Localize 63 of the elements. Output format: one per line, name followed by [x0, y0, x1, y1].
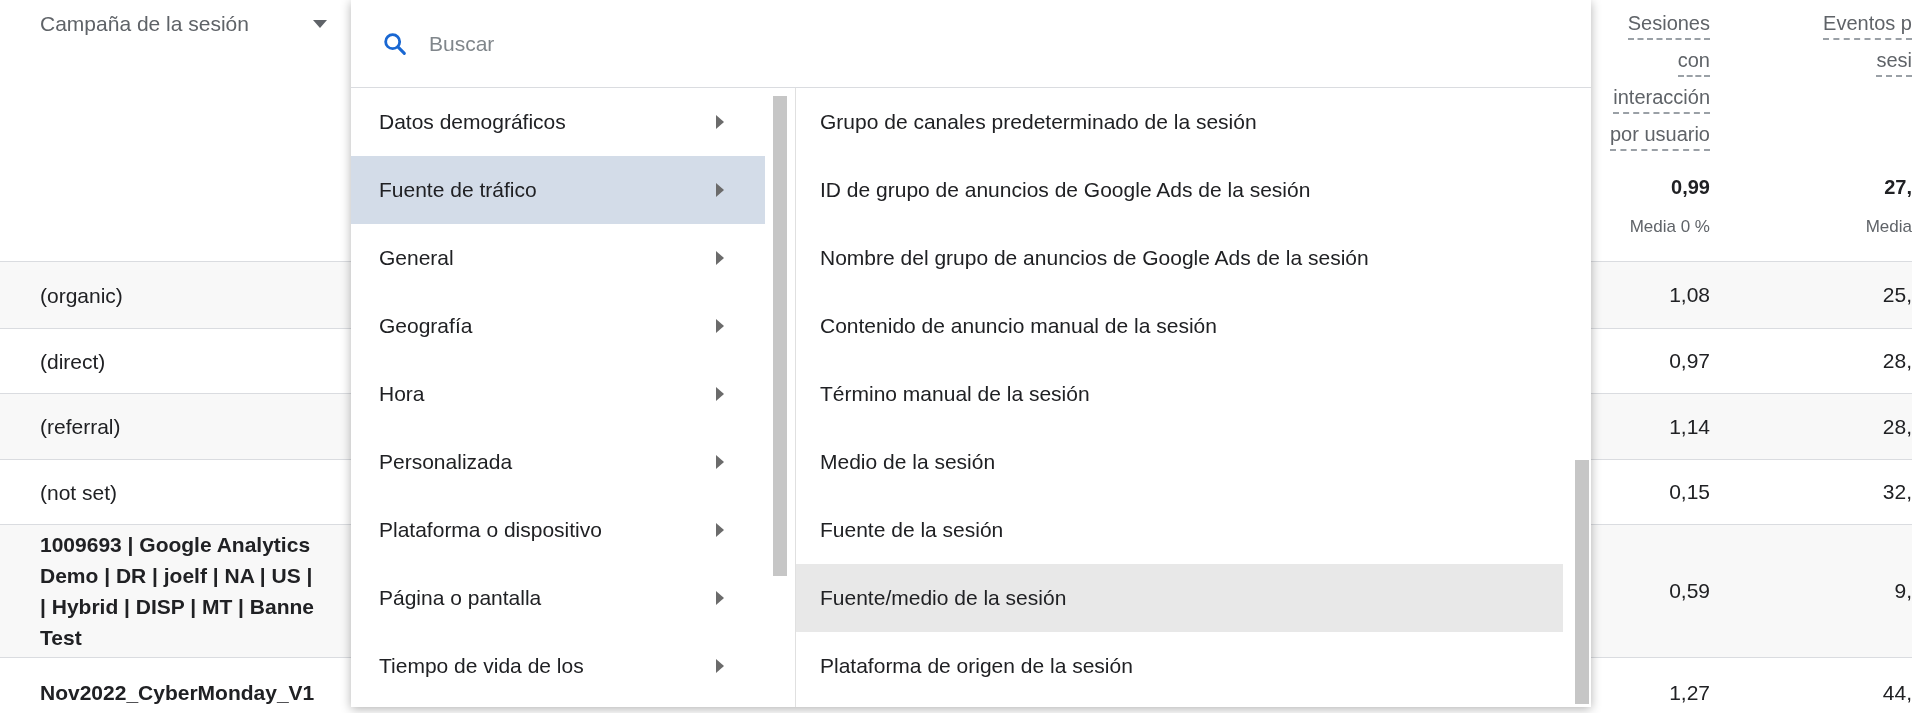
chevron-right-icon: [715, 591, 725, 605]
chevron-right-icon: [715, 183, 725, 197]
table-cell-text: 0,97: [1669, 348, 1710, 375]
table-cell-text: (referral): [40, 414, 122, 440]
table-cell-text: (direct): [40, 348, 107, 375]
chevron-right-icon: [715, 523, 725, 537]
category-item[interactable]: Datos demográficos: [351, 88, 765, 156]
chevron-right-icon: [715, 455, 725, 469]
table-cell-text: 1,08: [1669, 282, 1710, 309]
table-cell-text: 28,: [1882, 348, 1912, 375]
table-cell-text: 32,: [1882, 479, 1912, 506]
table-cell-text: 9,: [1894, 578, 1912, 605]
table-cell-text: 0,15: [1669, 479, 1710, 506]
dimension-option[interactable]: Contenido de anuncio manual de la sesión: [796, 292, 1563, 360]
total-note: Media 0 %: [1629, 216, 1710, 238]
column-header: Sesiones: [1627, 8, 1710, 40]
category-item[interactable]: Página o pantalla: [351, 564, 765, 632]
table-cell-text: 1,27: [1669, 679, 1710, 706]
dimension-option[interactable]: Fuente de la sesión: [796, 496, 1563, 564]
column-header: Eventos p: [1823, 8, 1912, 40]
column-header: por usuario: [1609, 119, 1710, 151]
total-note: Media: [1865, 216, 1912, 238]
dimension-option[interactable]: Fuente/medio de la sesión: [796, 564, 1563, 632]
table-cell-text: | Hybrid | DISP | MT | Banne: [40, 594, 315, 620]
chevron-right-icon: [715, 659, 725, 673]
table-cell-text: (organic): [40, 282, 124, 309]
column-header: con: [1677, 45, 1710, 77]
category-item[interactable]: General: [351, 224, 765, 292]
table-cell-text: Test: [40, 625, 83, 651]
dimension-option[interactable]: Grupo de canales predeterminado de la sesión: [796, 88, 1563, 156]
scrollbar[interactable]: [1575, 460, 1589, 704]
caret-icon[interactable]: [312, 20, 327, 28]
dimension-option[interactable]: Nombre del grupo de anuncios de Google Ads de la sesión: [796, 224, 1563, 292]
category-item[interactable]: Personalizada: [351, 428, 765, 496]
search-field[interactable]: Buscar: [429, 27, 1561, 60]
table-cell-text: Nov2022_CyberMonday_V1: [40, 680, 316, 706]
dimension-option[interactable]: Término manual de la sesión: [796, 360, 1563, 428]
table-cell-text: 28,: [1882, 413, 1912, 440]
chevron-right-icon: [715, 251, 725, 265]
category-item[interactable]: Tiempo de vida de los: [351, 632, 765, 700]
scrollbar[interactable]: [773, 96, 787, 576]
table-cell-text: 0,59: [1669, 578, 1710, 605]
dimension-option[interactable]: ID de grupo de anuncios de Google Ads de la sesión: [796, 156, 1563, 224]
table-cell-text: 1,14: [1669, 413, 1710, 440]
dimension-option[interactable]: Medio de la sesión: [796, 428, 1563, 496]
table-cell-text: 44,: [1882, 679, 1912, 706]
column-header: Campaña de la sesión: [40, 11, 249, 37]
table-cell-text: 25,: [1882, 282, 1912, 309]
category-item[interactable]: Plataforma o dispositivo: [351, 496, 765, 564]
chevron-right-icon: [715, 387, 725, 401]
chevron-right-icon: [715, 115, 725, 129]
table-cell-text: (not set): [40, 479, 119, 506]
dimension-option[interactable]: Plataforma de origen de la sesión: [796, 632, 1563, 700]
category-item[interactable]: Fuente de tráfico: [351, 156, 765, 224]
total-value: 0,99: [1671, 175, 1710, 200]
chevron-right-icon: [715, 319, 725, 333]
table-cell-text: Demo | DR | joelf | NA | US |: [40, 563, 314, 589]
column-header: sesi: [1876, 45, 1912, 77]
table-cell-text: 1009693 | Google Analytics: [40, 532, 312, 558]
category-item[interactable]: Geografía: [351, 292, 765, 360]
column-header: interacción: [1613, 82, 1710, 114]
category-item[interactable]: Hora: [351, 360, 765, 428]
total-value: 27,: [1884, 175, 1912, 200]
